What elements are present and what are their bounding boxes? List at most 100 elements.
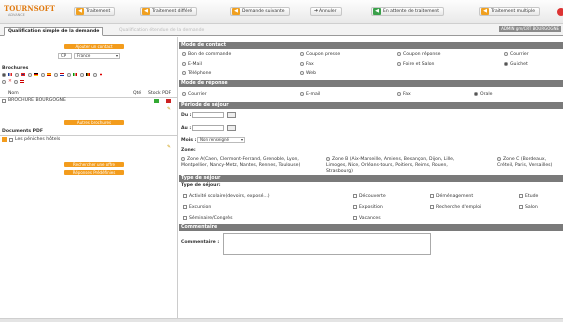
top-toolbar: TOURNSOFT ADVANCE ◀ Traitement ◀ Traitemen… — [0, 0, 563, 24]
ajouter-contact-button[interactable]: Ajouter un contact — [64, 44, 124, 49]
app-logo: TOURNSOFT — [4, 4, 55, 13]
right-panel: Mode de contact Bon de commande Coupon p… — [179, 37, 563, 322]
type-activite-scolaire[interactable]: Activité scolaire(devoirs, exposé...) — [183, 194, 270, 199]
user-label: ADMIN gm/CRT BOURGOGNE — [499, 26, 561, 32]
reponse-fax[interactable]: Fax — [397, 92, 411, 97]
divider — [0, 135, 178, 136]
mois-label: Mois : — [181, 138, 197, 143]
demande-suivante-button[interactable]: ◀ Demande suivante — [230, 7, 290, 16]
periode-header: Période de séjour — [179, 102, 563, 109]
type-recherche-emploi[interactable]: Recherche d'emploi — [430, 205, 481, 210]
flag-uk-icon — [21, 73, 25, 76]
lang-radio-es[interactable] — [41, 73, 45, 77]
brochure-checkbox[interactable] — [2, 99, 6, 103]
au-date-input[interactable] — [192, 125, 224, 131]
pdf-doc-icon — [2, 137, 7, 142]
en-attente-button[interactable]: ◀ En attente de traitement — [371, 7, 444, 16]
col-stock-pdf: Stock PDF — [148, 91, 172, 96]
documents-pdf-title: Documents PDF — [2, 129, 43, 134]
flag-fr-icon — [8, 73, 12, 76]
flag-be-icon — [86, 73, 90, 76]
lang-radio-fr[interactable] — [2, 73, 6, 77]
annuler-button[interactable]: ➜ Annuler — [310, 7, 342, 16]
option-bon-commande[interactable]: Bon de commande — [182, 52, 231, 57]
type-vacances[interactable]: Vacances — [353, 216, 381, 221]
type-exposition[interactable]: Exposition — [353, 205, 383, 210]
calendar-icon[interactable] — [227, 112, 236, 118]
undo-arrow-icon: ➜ — [313, 8, 319, 14]
edit-icon[interactable]: ✎ — [167, 107, 171, 112]
flag-de-icon — [34, 73, 38, 76]
option-coupon-reponse[interactable]: Coupon réponse — [397, 52, 441, 57]
option-coupon-presse[interactable]: Coupon presse — [300, 52, 340, 57]
type-sejour-header: Type de séjour — [179, 175, 563, 182]
flag-es-icon — [47, 73, 51, 76]
option-telephone[interactable]: Téléphone — [182, 71, 211, 76]
arrow-left-icon: ◀ — [76, 8, 84, 15]
reponses-predefinies-button[interactable]: Réponses Prédéfinies — [64, 170, 124, 175]
calendar-icon[interactable] — [227, 125, 236, 131]
flag-jp-icon — [99, 73, 103, 76]
arrow-left-icon: ◀ — [142, 8, 150, 15]
flag-ch-icon: ✕ — [8, 79, 12, 84]
option-guichet[interactable]: Guichet — [504, 62, 528, 67]
option-foire-salon[interactable]: Foire et Salon — [397, 62, 434, 67]
mois-select[interactable]: Non renseigné ▾ — [197, 137, 245, 143]
tab-qualification-etendue[interactable]: Qualification étendue de la demande — [116, 27, 207, 36]
flag-at-icon — [20, 80, 24, 83]
option-fax[interactable]: Fax — [300, 62, 314, 67]
rechercher-offre-button[interactable]: Rechercher une offre — [64, 162, 124, 167]
country-code-select[interactable]: CP — [58, 53, 72, 59]
lang-radio-be[interactable] — [80, 73, 84, 77]
du-label: Du : — [181, 113, 192, 118]
commentaire-label: Commentaire : — [181, 240, 220, 245]
lang-radio-de[interactable] — [28, 73, 32, 77]
flag-nl-icon — [60, 73, 64, 76]
wait-icon: ◀ — [373, 8, 381, 15]
edit-icon[interactable]: ✎ — [167, 145, 171, 150]
lang-radio-it[interactable] — [67, 73, 71, 77]
traitement-multiple-button[interactable]: ◀ Traitement multiple — [479, 7, 541, 16]
type-etude[interactable]: Etude — [519, 194, 538, 199]
autres-brochures-button[interactable]: Autres brochures — [64, 120, 124, 125]
lang-radio-jp[interactable] — [93, 73, 97, 77]
type-excursion[interactable]: Excursion — [183, 205, 211, 210]
option-email[interactable]: E-Mail — [182, 62, 202, 67]
type-seminaire[interactable]: Séminaire/Congrès — [183, 216, 233, 221]
reponse-orale[interactable]: Orale — [474, 92, 492, 97]
option-courrier[interactable]: Courrier — [504, 52, 529, 57]
traitement-button[interactable]: ◀ Traitement — [74, 7, 116, 16]
reponse-courrier[interactable]: Courrier — [182, 92, 207, 97]
country-select[interactable]: France ▾ — [74, 53, 120, 59]
lang-radio-nl[interactable] — [54, 73, 58, 77]
pdf-icon — [166, 99, 171, 103]
pdf-item: Les péniches hôtels — [15, 137, 61, 142]
commentaire-header: Commentaire — [179, 224, 563, 231]
type-sejour-label: Type de séjour: — [181, 183, 221, 188]
lang-radio-ch[interactable] — [2, 80, 6, 84]
zone-b-option[interactable]: Zone B (Aix-Marseille, Amiens, Besançon,… — [326, 157, 474, 175]
tab-qualification-simple[interactable]: Qualification simple de la demande — [4, 27, 104, 36]
lang-radio-at[interactable] — [14, 80, 18, 84]
du-date-input[interactable] — [192, 112, 224, 118]
brochure-item: BROCHURE BOURGOGNE — [8, 98, 66, 103]
close-icon[interactable] — [557, 8, 563, 16]
commentaire-textarea[interactable] — [223, 233, 431, 255]
status-bar — [0, 318, 563, 322]
type-salon[interactable]: Salon — [519, 205, 538, 210]
mode-contact-header: Mode de contact — [179, 42, 563, 49]
chevron-down-icon: ▾ — [115, 53, 118, 58]
type-demenagement[interactable]: Déménagement — [430, 194, 473, 199]
lang-radio-uk[interactable] — [15, 73, 19, 77]
pdf-checkbox[interactable] — [9, 138, 13, 142]
chevron-down-icon: ▾ — [240, 137, 243, 142]
brochures-title: Brochures — [2, 66, 29, 71]
traitement-differe-button[interactable]: ◀ Traitement différé — [140, 7, 198, 16]
au-label: Au : — [181, 126, 192, 131]
reponse-email[interactable]: E-mail — [300, 92, 320, 97]
option-web[interactable]: Web — [300, 71, 316, 76]
zone-c-option[interactable]: Zone C (Bordeaux, Créteil, Paris, Versai… — [497, 157, 561, 169]
zone-a-option[interactable]: Zone A(Caen, Clermont-Ferrand, Grenoble,… — [181, 157, 321, 169]
tab-bar: Qualification simple de la demande Quali… — [0, 24, 563, 36]
type-decouverte[interactable]: Découverte — [353, 194, 386, 199]
